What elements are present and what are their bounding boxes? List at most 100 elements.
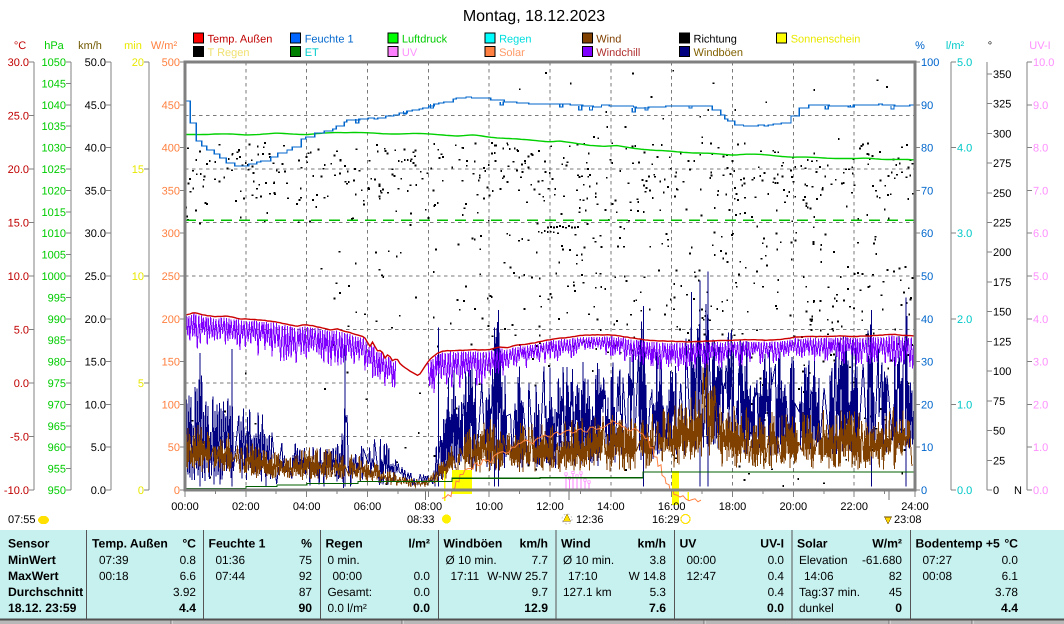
svg-text:4.0: 4.0 (957, 143, 972, 155)
svg-text:50: 50 (168, 442, 180, 454)
svg-text:995: 995 (48, 292, 66, 304)
svg-text:14:06: 14:06 (804, 569, 834, 583)
svg-text:Windböen: Windböen (444, 537, 503, 551)
svg-text:km/h: km/h (638, 537, 666, 551)
svg-text:980: 980 (48, 357, 66, 369)
svg-text:9.0: 9.0 (1033, 100, 1048, 112)
svg-text:0: 0 (921, 485, 927, 497)
svg-text:18.12. 23:59: 18.12. 23:59 (8, 601, 77, 615)
svg-text:Feuchte 1: Feuchte 1 (305, 34, 354, 46)
svg-text:0.4: 0.4 (768, 569, 785, 583)
svg-text:7.0: 7.0 (1033, 185, 1048, 197)
svg-text:00:00: 00:00 (333, 569, 363, 583)
svg-text:UV-I: UV-I (1029, 40, 1050, 52)
svg-text:10.0: 10.0 (1033, 57, 1054, 69)
svg-text:0.0: 0.0 (1033, 485, 1048, 497)
svg-text:20: 20 (132, 57, 144, 69)
svg-text:100: 100 (993, 366, 1011, 378)
svg-text:45: 45 (889, 585, 903, 599)
svg-text:80: 80 (921, 143, 933, 155)
svg-text:4.0: 4.0 (1033, 314, 1048, 326)
svg-text:W/m²: W/m² (872, 537, 902, 551)
svg-text:Solar: Solar (499, 47, 525, 59)
svg-text:1.0: 1.0 (957, 399, 972, 411)
svg-text:1050: 1050 (42, 57, 66, 69)
svg-text:1030: 1030 (42, 143, 66, 155)
svg-text:Temp. Außen: Temp. Außen (92, 537, 168, 551)
svg-text:960: 960 (48, 442, 66, 454)
svg-text:1040: 1040 (42, 100, 66, 112)
svg-text:W/m²: W/m² (151, 40, 178, 52)
svg-text:min: min (124, 40, 142, 52)
svg-text:275: 275 (993, 158, 1011, 170)
svg-text:0 min.: 0 min. (328, 553, 360, 567)
svg-text:50: 50 (921, 271, 933, 283)
svg-text:2.0: 2.0 (1033, 399, 1048, 411)
svg-text:0.0 l/m²: 0.0 l/m² (328, 601, 367, 615)
svg-text:MaxWert: MaxWert (8, 569, 59, 583)
svg-text:3.0: 3.0 (957, 228, 972, 240)
svg-text:Tag:37 min.: Tag:37 min. (799, 585, 860, 599)
svg-text:25: 25 (993, 455, 1005, 467)
svg-text:Feuchte 1: Feuchte 1 (209, 537, 266, 551)
svg-text:0.4: 0.4 (768, 585, 785, 599)
svg-text:00:00: 00:00 (171, 501, 199, 513)
svg-text:350: 350 (162, 185, 180, 197)
svg-text:70: 70 (921, 185, 933, 197)
svg-text:985: 985 (48, 335, 66, 347)
svg-text:975: 975 (48, 378, 66, 390)
svg-text:0.0: 0.0 (768, 553, 785, 567)
svg-text:02:00: 02:00 (232, 501, 260, 513)
svg-text:16:29: 16:29 (652, 514, 680, 526)
svg-text:00:00: 00:00 (687, 553, 717, 567)
svg-text:50.0: 50.0 (85, 57, 106, 69)
svg-text:1020: 1020 (42, 185, 66, 197)
svg-text:10.0: 10.0 (85, 399, 106, 411)
svg-text:5.3: 5.3 (650, 585, 667, 599)
svg-text:90: 90 (921, 100, 933, 112)
svg-text:87: 87 (299, 585, 312, 599)
svg-text:5.0: 5.0 (91, 442, 106, 454)
svg-text:-61.680: -61.680 (862, 553, 902, 567)
svg-text:8.0: 8.0 (1033, 143, 1048, 155)
svg-text:5.0: 5.0 (14, 325, 29, 337)
svg-text:25.0: 25.0 (8, 111, 29, 123)
svg-text:127.1 km: 127.1 km (563, 585, 612, 599)
svg-text:60: 60 (921, 228, 933, 240)
svg-text:0.0: 0.0 (414, 585, 431, 599)
svg-text:22:00: 22:00 (840, 501, 868, 513)
svg-text:0: 0 (895, 601, 902, 615)
svg-text:965: 965 (48, 421, 66, 433)
svg-text:Richtung: Richtung (694, 34, 737, 46)
svg-text:07:39: 07:39 (99, 553, 129, 567)
svg-text:dunkel: dunkel (799, 601, 834, 615)
svg-text:20.0: 20.0 (8, 164, 29, 176)
svg-text:10.0: 10.0 (8, 271, 29, 283)
svg-text:17:11: 17:11 (451, 569, 480, 583)
svg-text:km/h: km/h (520, 537, 548, 551)
svg-text:Ø 10 min.: Ø 10 min. (563, 553, 614, 567)
svg-text:Regen: Regen (499, 34, 531, 46)
svg-text:UV: UV (680, 537, 698, 551)
svg-text:125: 125 (993, 336, 1011, 348)
svg-text:75: 75 (993, 396, 1005, 408)
svg-text:30.0: 30.0 (8, 57, 29, 69)
svg-text:1045: 1045 (42, 78, 66, 90)
svg-text:0.0: 0.0 (414, 569, 431, 583)
svg-text:Montag, 18.12.2023: Montag, 18.12.2023 (463, 8, 605, 25)
svg-text:4.4: 4.4 (1001, 601, 1018, 615)
svg-text:0.0: 0.0 (91, 485, 106, 497)
svg-text:1035: 1035 (42, 121, 66, 133)
svg-text:04:00: 04:00 (293, 501, 321, 513)
svg-text:17:10: 17:10 (568, 569, 598, 583)
svg-text:01:36: 01:36 (216, 553, 246, 567)
svg-text:10: 10 (132, 271, 144, 283)
svg-text:%: % (301, 537, 312, 551)
svg-text:W-NW 25.7: W-NW 25.7 (487, 569, 548, 583)
svg-text:Sensor: Sensor (8, 537, 50, 551)
svg-text:0.0: 0.0 (957, 485, 972, 497)
svg-text:0: 0 (993, 485, 999, 497)
svg-text:00:08: 00:08 (923, 569, 953, 583)
svg-text:23:08: 23:08 (894, 514, 922, 526)
svg-text:5.0: 5.0 (957, 57, 972, 69)
